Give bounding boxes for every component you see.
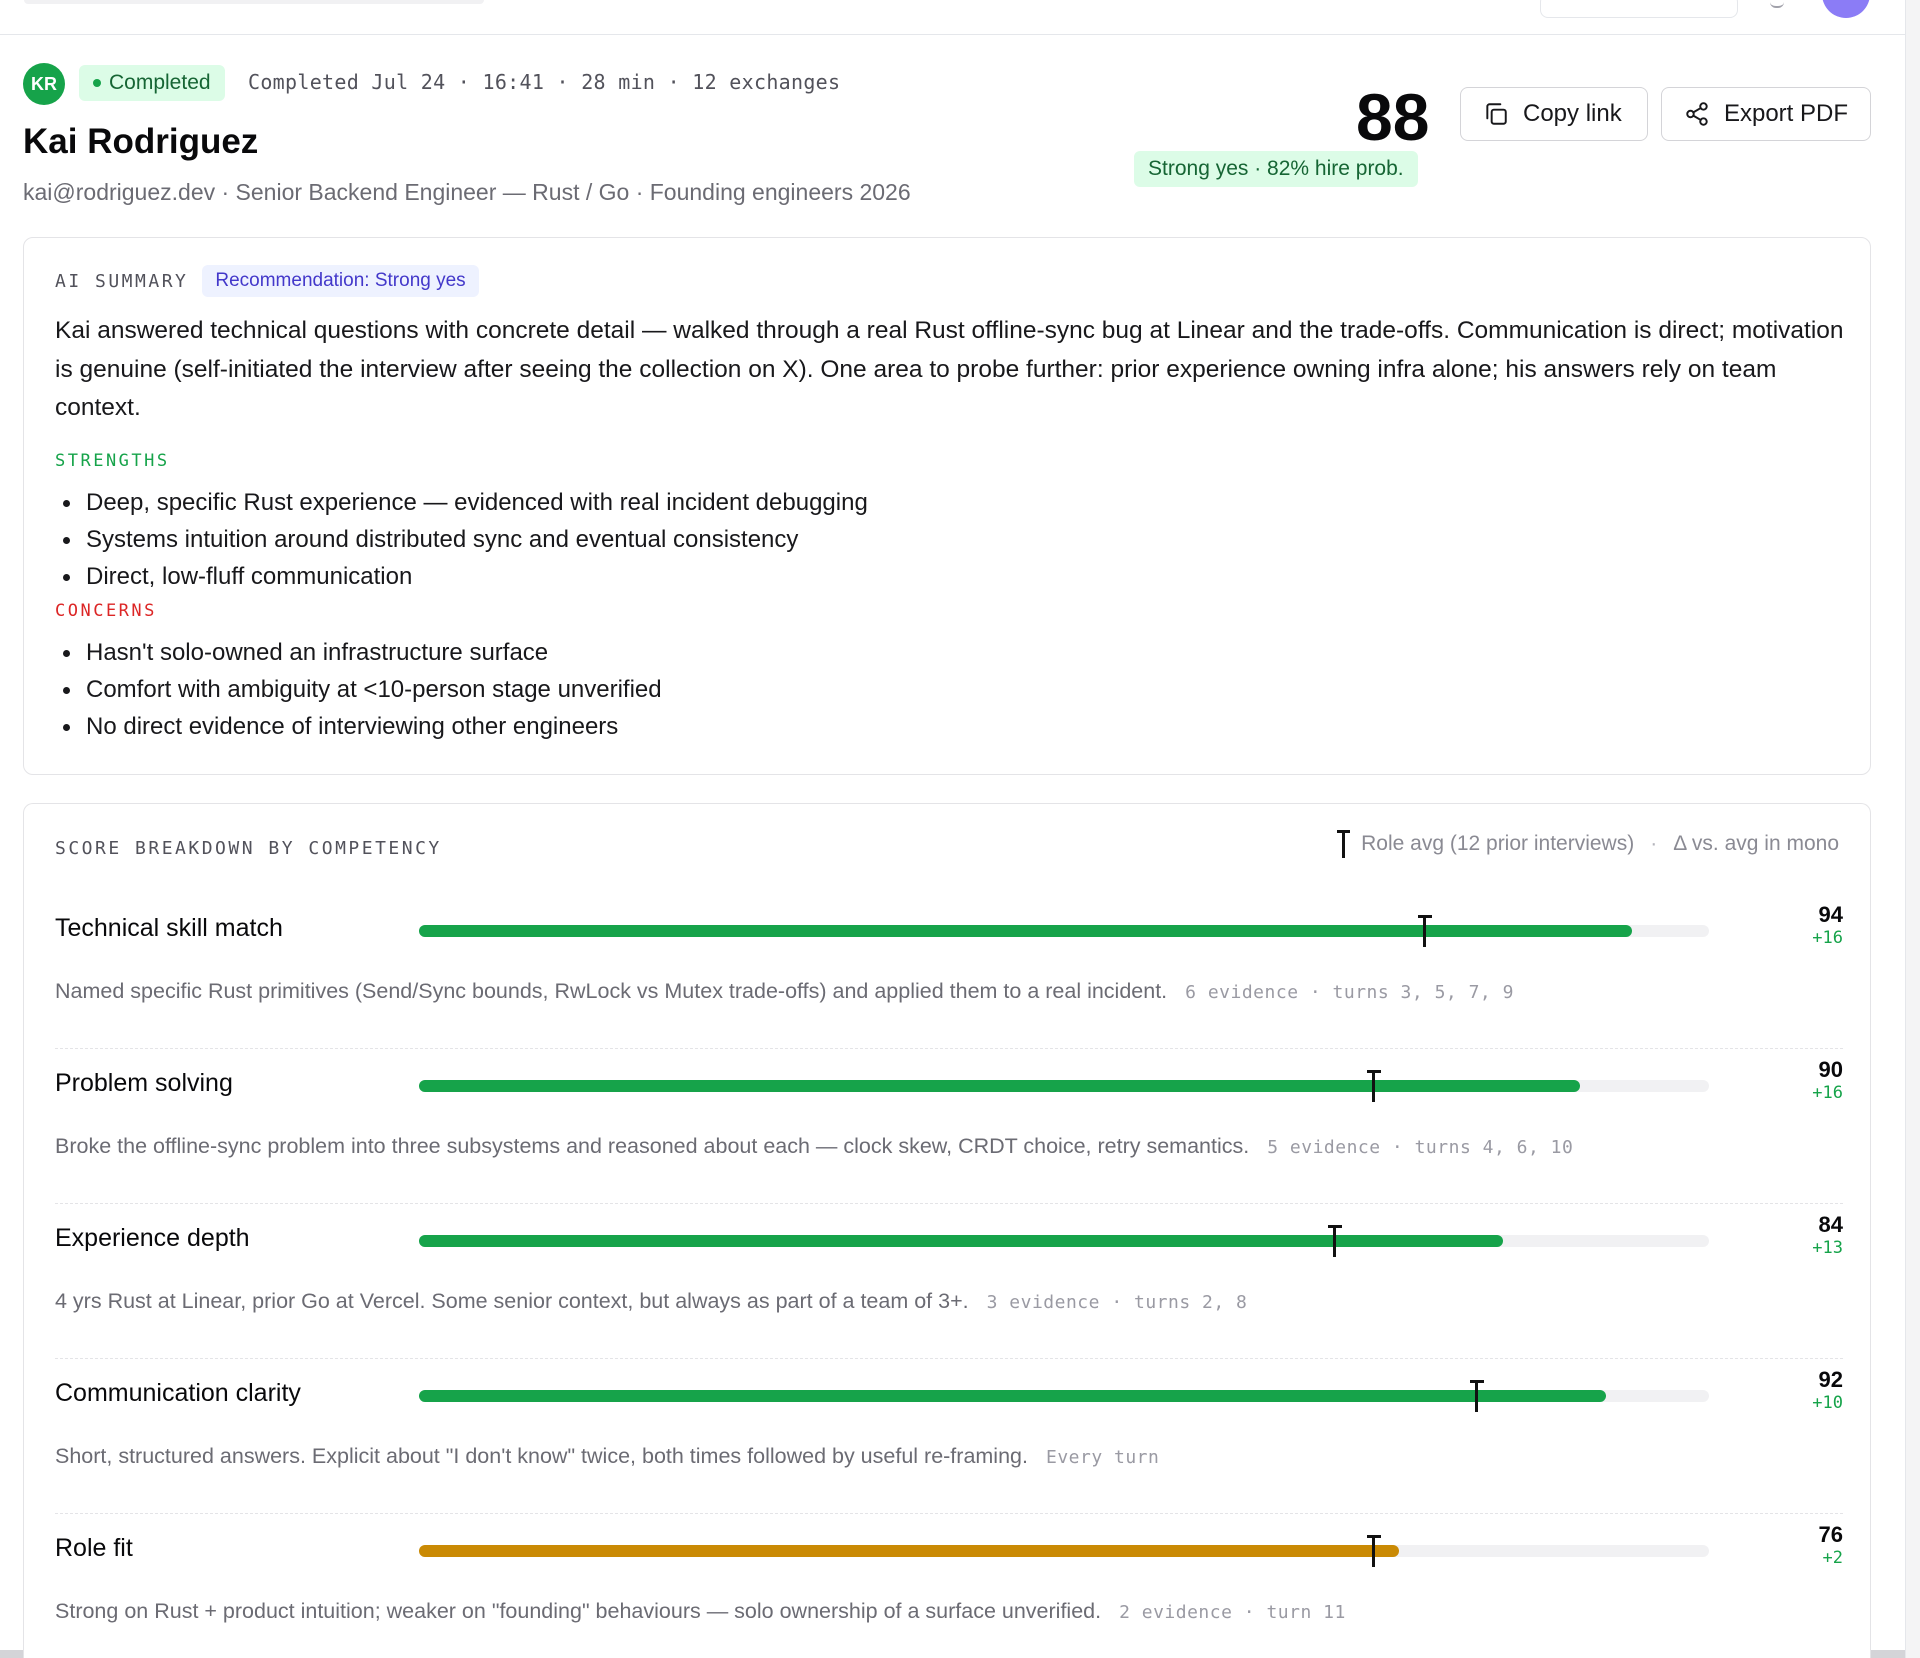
legend-separator: · bbox=[1650, 832, 1658, 855]
candidate-name: Kai Rodriguez bbox=[23, 122, 259, 161]
competency-score: 84 bbox=[1818, 1212, 1843, 1237]
user-avatar[interactable] bbox=[1822, 0, 1870, 18]
legend-avg-label: Role avg (12 prior interviews) bbox=[1361, 832, 1635, 855]
competency-row: Role fit 76 +2 Strong on Rust + product int… bbox=[55, 1514, 1843, 1658]
delta-vs-avg: +16 bbox=[1812, 1083, 1843, 1103]
concerns-list: Hasn't solo-owned an infrastructure surf… bbox=[55, 634, 662, 745]
concerns-label: CONCERNS bbox=[55, 601, 157, 621]
breakdown-section-label: SCORE BREAKDOWN BY COMPETENCY bbox=[55, 838, 442, 859]
score-bar-fill bbox=[419, 1390, 1606, 1402]
competency-name: Problem solving bbox=[55, 1069, 233, 1097]
breadcrumb[interactable] bbox=[24, 0, 484, 4]
interview-meta: Completed Jul 24 · 16:41 · 28 min · 12 e… bbox=[248, 70, 841, 94]
summary-header: AI SUMMARY Recommendation: Strong yes bbox=[55, 265, 479, 297]
search-input[interactable] bbox=[1540, 0, 1738, 18]
strength-item: Deep, specific Rust experience — evidenc… bbox=[55, 484, 868, 521]
export-pdf-button[interactable]: Export PDF bbox=[1661, 87, 1871, 141]
strengths-list: Deep, specific Rust experience — evidenc… bbox=[55, 484, 868, 595]
score-bar-track bbox=[419, 1535, 1709, 1567]
evidence-count[interactable]: 2 evidence · turn 11 bbox=[1119, 1602, 1346, 1623]
overall-score: 88 bbox=[1356, 80, 1430, 154]
copy-link-label: Copy link bbox=[1523, 100, 1622, 127]
evidence-count[interactable]: 6 evidence · turns 3, 5, 7, 9 bbox=[1185, 982, 1514, 1003]
score-bar-fill bbox=[419, 1080, 1580, 1092]
competency-name: Technical skill match bbox=[55, 914, 283, 942]
competency-name: Communication clarity bbox=[55, 1379, 301, 1407]
competency-row: Communication clarity 92 +10 Short, structu… bbox=[55, 1359, 1843, 1514]
competency-row: Problem solving 90 +16 Broke the offline-sy… bbox=[55, 1049, 1843, 1204]
competency-description: Named specific Rust primitives (Send/Syn… bbox=[55, 979, 1514, 1004]
delta-vs-avg: +13 bbox=[1812, 1238, 1843, 1258]
delta-vs-avg: +16 bbox=[1812, 928, 1843, 948]
competency-evidence-text: Strong on Rust + product intuition; weak… bbox=[55, 1599, 1102, 1623]
role-avg-marker bbox=[1366, 1070, 1381, 1102]
concern-item: No direct evidence of interviewing other… bbox=[55, 708, 662, 745]
summary-text: Kai answered technical questions with co… bbox=[55, 317, 1844, 421]
ai-summary-card: AI SUMMARY Recommendation: Strong yes Ka… bbox=[23, 237, 1871, 775]
role-avg-marker bbox=[1418, 915, 1433, 947]
status-dot-icon bbox=[93, 79, 101, 87]
candidate-avatar: KR bbox=[23, 63, 65, 105]
recommendation-badge: Recommendation: Strong yes bbox=[202, 265, 479, 297]
competency-evidence-text: Short, structured answers. Explicit abou… bbox=[55, 1444, 1028, 1468]
competency-name: Experience depth bbox=[55, 1224, 250, 1252]
notification-icon[interactable] bbox=[1770, 0, 1784, 8]
score-bar-track bbox=[419, 1380, 1709, 1412]
evidence-count[interactable]: 3 evidence · turns 2, 8 bbox=[987, 1292, 1248, 1313]
evidence-count[interactable]: 5 evidence · turns 4, 6, 10 bbox=[1267, 1137, 1573, 1158]
role-avg-marker bbox=[1469, 1380, 1484, 1412]
strength-item: Systems intuition around distributed syn… bbox=[55, 521, 868, 558]
copy-icon bbox=[1486, 103, 1507, 125]
concern-item: Comfort with ambiguity at <10-person sta… bbox=[55, 671, 662, 708]
concern-item: Hasn't solo-owned an infrastructure surf… bbox=[55, 634, 662, 671]
summary-section-label: AI SUMMARY bbox=[55, 270, 189, 292]
strengths-label: STRENGTHS bbox=[55, 451, 170, 471]
score-bar-fill bbox=[419, 925, 1632, 937]
candidate-subtitle: kai@rodriguez.dev · Senior Backend Engin… bbox=[23, 179, 911, 205]
verdict-badge: Strong yes · 82% hire prob. bbox=[1134, 151, 1418, 187]
score-bar-fill bbox=[419, 1545, 1400, 1557]
evidence-count[interactable]: Every turn bbox=[1046, 1447, 1159, 1468]
breakdown-legend: Role avg (12 prior interviews) · Δ vs. a… bbox=[1337, 830, 1839, 858]
competency-evidence-text: Named specific Rust primitives (Send/Syn… bbox=[55, 979, 1168, 1003]
status-label: Completed bbox=[109, 71, 211, 94]
competency-description: Strong on Rust + product intuition; weak… bbox=[55, 1599, 1346, 1624]
competency-score: 90 bbox=[1818, 1057, 1843, 1082]
competency-score: 76 bbox=[1818, 1522, 1843, 1547]
competency-evidence-text: 4 yrs Rust at Linear, prior Go at Vercel… bbox=[55, 1289, 969, 1313]
competency-score: 94 bbox=[1818, 902, 1843, 927]
score-bar-track bbox=[419, 915, 1709, 947]
export-pdf-label: Export PDF bbox=[1723, 100, 1848, 127]
strength-item: Direct, low-fluff communication bbox=[55, 558, 868, 595]
role-avg-marker bbox=[1366, 1535, 1381, 1567]
competency-evidence-text: Broke the offline-sync problem into thre… bbox=[55, 1134, 1250, 1158]
competency-row: Technical skill match 94 +16 Named specific… bbox=[55, 894, 1843, 1049]
delta-vs-avg: +10 bbox=[1812, 1393, 1843, 1413]
competency-score: 92 bbox=[1818, 1367, 1843, 1392]
score-bar-track bbox=[419, 1070, 1709, 1102]
role-avg-marker bbox=[1327, 1225, 1342, 1257]
role-avg-marker-icon bbox=[1337, 830, 1351, 858]
vertical-scrollbar[interactable] bbox=[1905, 0, 1920, 1658]
copy-link-button[interactable]: Copy link bbox=[1460, 87, 1648, 141]
competency-description: Broke the offline-sync problem into thre… bbox=[55, 1134, 1573, 1159]
delta-vs-avg: +2 bbox=[1822, 1548, 1843, 1568]
competency-name: Role fit bbox=[55, 1534, 133, 1562]
competency-description: Short, structured answers. Explicit abou… bbox=[55, 1444, 1159, 1469]
competency-row: Experience depth 84 +13 4 yrs Rust at Linea… bbox=[55, 1204, 1843, 1359]
legend-delta-label: Δ vs. avg in mono bbox=[1673, 832, 1839, 855]
status-badge: Completed bbox=[79, 65, 225, 101]
score-bar-track bbox=[419, 1225, 1709, 1257]
score-breakdown-card: SCORE BREAKDOWN BY COMPETENCY Role avg (… bbox=[23, 803, 1871, 1658]
competency-description: 4 yrs Rust at Linear, prior Go at Vercel… bbox=[55, 1289, 1247, 1314]
top-bar bbox=[0, 0, 1905, 35]
share-icon bbox=[1686, 102, 1708, 126]
